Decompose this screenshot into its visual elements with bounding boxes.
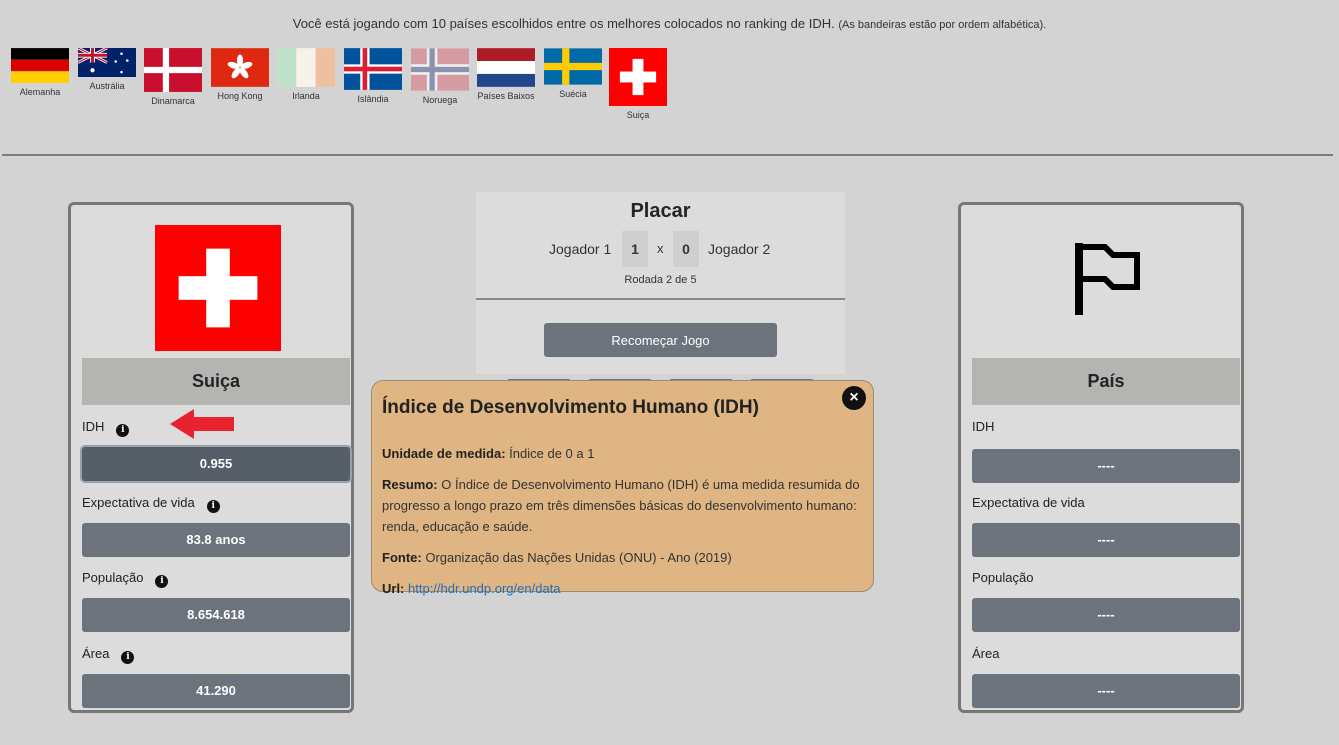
- flag-caption: Irlanda: [292, 91, 320, 101]
- player-country-name: Suiça: [82, 358, 350, 405]
- stat-value-idh[interactable]: 0.955: [82, 447, 350, 481]
- stat-label-area: Área i: [82, 646, 135, 664]
- netherlands-flag-icon: [477, 48, 535, 87]
- info-icon[interactable]: i: [116, 424, 130, 437]
- info-icon[interactable]: i: [206, 500, 220, 513]
- stat-value-life-expectancy[interactable]: 83.8 anos: [82, 523, 350, 557]
- score-row: Jogador 1 1 x 0 Jogador 2: [476, 231, 845, 267]
- stat-label-area: Área: [972, 646, 1000, 661]
- flag-suecia[interactable]: Suécia: [543, 48, 603, 99]
- stat-label-text: População: [82, 570, 144, 585]
- divider: [2, 154, 1333, 156]
- unit-label: Unidade de medida:: [382, 446, 506, 461]
- stat-value-area: ----: [972, 674, 1240, 708]
- flag-caption: Austrália: [89, 81, 125, 91]
- flag-icon: [1075, 243, 1140, 315]
- germany-flag-icon: [11, 48, 69, 83]
- stat-label-population: População: [972, 570, 1034, 585]
- flag-australia[interactable]: Austrália: [77, 48, 137, 91]
- player1-score: 1: [622, 231, 648, 267]
- switzerland-flag-icon: [609, 48, 667, 106]
- opponent-country-name: País: [972, 358, 1240, 405]
- australia-flag-icon: [78, 48, 136, 77]
- popover-unit: Unidade de medida: Índice de 0 a 1: [382, 443, 863, 464]
- stat-label-text: IDH: [82, 419, 105, 434]
- ireland-flag-icon: [277, 48, 335, 87]
- scoreboard-title: Placar: [630, 200, 691, 222]
- flag-caption: Suiça: [626, 110, 650, 120]
- scoreboard: Placar Jogador 1 1 x 0 Jogador 2 Rodada …: [476, 192, 845, 374]
- hong-kong-flag-icon: [211, 48, 269, 87]
- stat-label-population: População i: [82, 570, 169, 588]
- source-label: Fonte:: [382, 550, 422, 565]
- sweden-flag-icon: [544, 48, 602, 85]
- opponent-card: País IDH ---- Expectativa de vida ---- P…: [958, 202, 1244, 713]
- idh-info-popover: × Índice de Desenvolvimento Humano (IDH)…: [371, 380, 874, 596]
- stat-label-life-expectancy: Expectativa de vida: [972, 495, 1085, 510]
- restart-button[interactable]: Recomeçar Jogo: [544, 323, 777, 357]
- intro-note: (As bandeiras estão por ordem alfabética…: [838, 19, 1047, 31]
- flag-islandia[interactable]: Islândia: [343, 48, 403, 104]
- scoreboard-divider: [476, 298, 845, 300]
- flag-caption: Alemanha: [19, 87, 61, 97]
- player-card: Suiça IDH i 0.955 Expectativa de vida i 83…: [68, 202, 354, 713]
- stat-label-idh: IDH: [972, 419, 995, 434]
- url-label: Url:: [382, 581, 405, 596]
- flag-caption: Países Baixos: [477, 91, 535, 101]
- flag-suica[interactable]: Suiça: [608, 48, 668, 120]
- flag-caption: Hong Kong: [217, 91, 263, 101]
- score-separator: x: [657, 241, 664, 256]
- flag-hong-kong[interactable]: Hong Kong: [210, 48, 270, 101]
- norway-flag-icon: [411, 48, 469, 91]
- stat-label-idh: IDH i: [82, 419, 130, 437]
- flag-irlanda[interactable]: Irlanda: [276, 48, 336, 101]
- unit-value: Índice de 0 a 1: [509, 446, 595, 461]
- intro-text: Você está jogando com 10 países escolhid…: [0, 16, 1339, 31]
- player2-score: 0: [673, 231, 699, 267]
- summary-label: Resumo:: [382, 477, 438, 492]
- flag-dinamarca[interactable]: Dinamarca: [143, 48, 203, 106]
- switzerland-flag-icon: [155, 225, 281, 351]
- stat-value-population[interactable]: 8.654.618: [82, 598, 350, 632]
- source-value: Organização das Nações Unidas (ONU) - An…: [425, 550, 732, 565]
- popover-summary: Resumo: O Índice de Desenvolvimento Huma…: [382, 474, 863, 537]
- popover-title: Índice de Desenvolvimento Humano (IDH): [382, 397, 759, 418]
- stat-label-text: Expectativa de vida: [82, 495, 195, 510]
- summary-value: O Índice de Desenvolvimento Humano (IDH)…: [382, 477, 860, 534]
- round-indicator: Rodada 2 de 5: [624, 274, 697, 286]
- flag-caption: Noruega: [422, 95, 458, 105]
- stat-label-text: Área: [82, 646, 110, 661]
- stat-value-area[interactable]: 41.290: [82, 674, 350, 708]
- flag-caption: Dinamarca: [151, 96, 195, 106]
- flag-caption: Islândia: [357, 94, 389, 104]
- info-icon[interactable]: i: [121, 651, 135, 664]
- info-icon[interactable]: i: [155, 575, 169, 588]
- arrow-left-icon: [170, 409, 234, 439]
- flag-noruega[interactable]: Noruega: [410, 48, 470, 105]
- popover-source: Fonte: Organização das Nações Unidas (ON…: [382, 547, 863, 568]
- player1-label: Jogador 1: [549, 241, 612, 257]
- source-link[interactable]: http://hdr.undp.org/en/data: [408, 581, 561, 596]
- stat-value-idh: ----: [972, 449, 1240, 483]
- iceland-flag-icon: [344, 48, 402, 90]
- stat-label-life-expectancy: Expectativa de vida i: [82, 495, 220, 513]
- stat-value-population: ----: [972, 598, 1240, 632]
- flag-paises-baixos[interactable]: Países Baixos: [476, 48, 536, 101]
- stat-value-life-expectancy: ----: [972, 523, 1240, 557]
- denmark-flag-icon: [144, 48, 202, 92]
- intro-main-text: Você está jogando com 10 países escolhid…: [292, 16, 835, 31]
- flag-caption: Suécia: [559, 89, 587, 99]
- player2-label: Jogador 2: [708, 241, 771, 257]
- close-icon[interactable]: ×: [842, 386, 866, 410]
- popover-url: Url: http://hdr.undp.org/en/data: [382, 578, 863, 599]
- flag-alemanha[interactable]: Alemanha: [10, 48, 70, 97]
